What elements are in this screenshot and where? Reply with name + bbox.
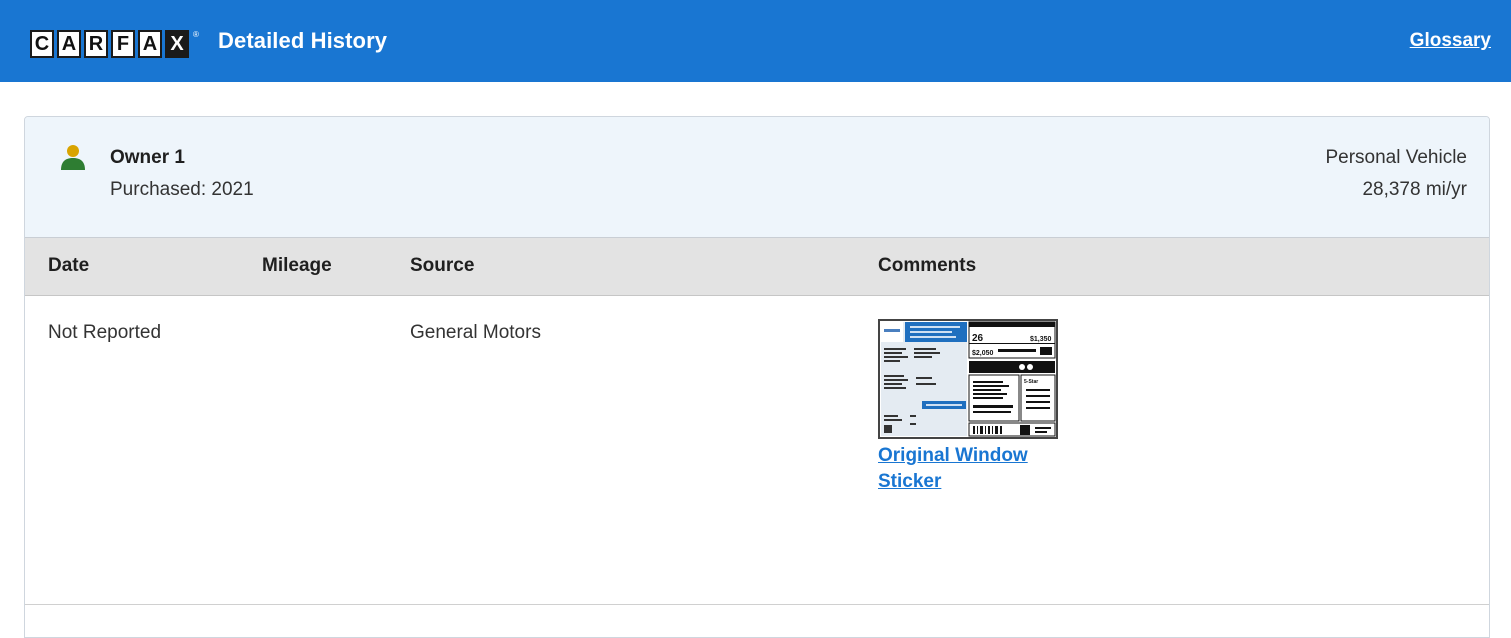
owner-name: Owner 1 xyxy=(110,147,185,168)
logo-letter: C xyxy=(30,30,54,58)
registered-mark-icon: ® xyxy=(193,30,199,39)
column-header-date: Date xyxy=(48,255,90,276)
cell-date: Not Reported xyxy=(48,322,162,343)
logo-letter: F xyxy=(111,30,135,58)
owner-purchased: Purchased: 2021 xyxy=(110,179,254,200)
logo-letter: A xyxy=(138,30,162,58)
svg-text:5-Star: 5-Star xyxy=(1024,379,1038,385)
svg-text:$2,050: $2,050 xyxy=(972,350,994,357)
glossary-link[interactable]: Glossary xyxy=(1410,30,1491,52)
column-header-mileage: Mileage xyxy=(262,255,332,276)
header-bar: C A R F A X ® Detailed History Glossary xyxy=(0,0,1511,82)
column-header-source: Source xyxy=(410,255,475,276)
person-icon xyxy=(61,145,85,170)
owner-summary: Owner 1 Purchased: 2021 Personal Vehicle… xyxy=(25,117,1489,238)
carfax-logo: C A R F A X ® xyxy=(30,30,199,58)
table-header: Date Mileage Source Comments xyxy=(25,238,1489,296)
logo-letter: X xyxy=(165,30,189,58)
window-sticker-thumbnail[interactable]: 26 $1,350 $2,050 5-Star xyxy=(878,319,1058,439)
column-header-comments: Comments xyxy=(878,255,977,276)
table-row: Not Reported General Motors 26 $1,350 $2… xyxy=(25,296,1489,605)
owner-history-card: Owner 1 Purchased: 2021 Personal Vehicle… xyxy=(24,116,1490,638)
svg-text:$1,350: $1,350 xyxy=(1030,336,1052,343)
cell-source: General Motors xyxy=(410,322,541,343)
miles-per-year: 28,378 mi/yr xyxy=(1362,179,1467,200)
page-title: Detailed History xyxy=(218,28,388,53)
logo-letter: A xyxy=(57,30,81,58)
vehicle-type: Personal Vehicle xyxy=(1325,147,1467,168)
svg-text:26: 26 xyxy=(972,333,984,344)
logo-letter: R xyxy=(84,30,108,58)
original-window-sticker-link[interactable]: Original Window Sticker xyxy=(878,443,1068,495)
